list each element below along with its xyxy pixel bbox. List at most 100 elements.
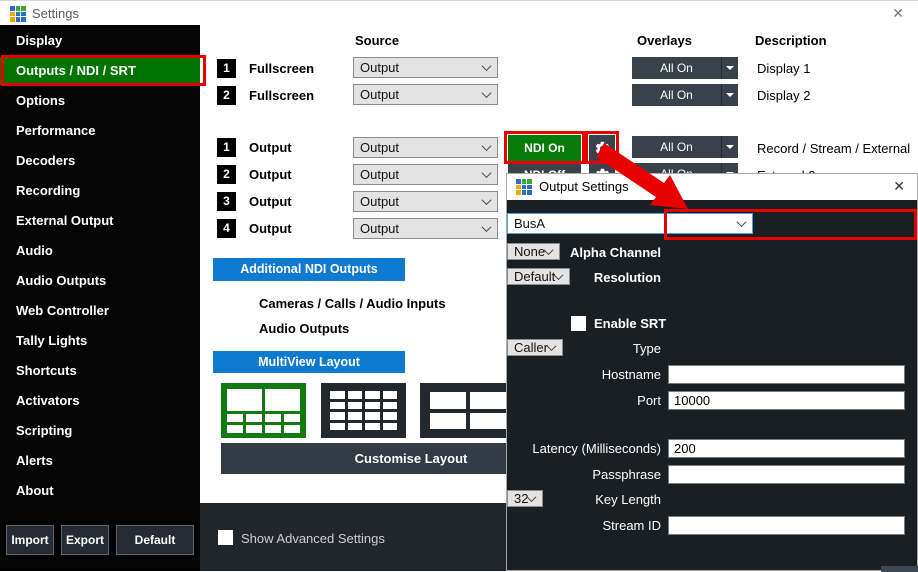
latency-input[interactable]: [668, 439, 905, 458]
source-select-value: Output: [360, 194, 399, 209]
row-number-badge: 3: [217, 192, 236, 211]
dialog-title: Output Settings: [539, 179, 629, 194]
sidebar-item-outputs-ndi-srt[interactable]: Outputs / NDI / SRT: [0, 57, 200, 85]
row-label: Output: [249, 194, 292, 209]
import-button[interactable]: Import: [6, 525, 54, 555]
dropdown-arrow-icon[interactable]: [721, 136, 738, 158]
default-button[interactable]: Default: [116, 525, 194, 555]
row-label: Fullscreen: [249, 61, 314, 76]
sidebar-item-alerts[interactable]: Alerts: [0, 447, 200, 475]
source-select-value: Output: [360, 221, 399, 236]
chevron-down-icon: [482, 61, 492, 71]
sidebar-item-decoders[interactable]: Decoders: [0, 147, 200, 175]
settings-sidebar: Display Outputs / NDI / SRT Options Perf…: [0, 25, 200, 571]
row-number-badge: 4: [217, 219, 236, 238]
enable-srt-checkbox[interactable]: [571, 316, 586, 331]
overlay-button-label: All On: [632, 136, 721, 158]
fullscreen-row-1: 1 Fullscreen Output All On Display 1: [200, 56, 918, 84]
chevron-down-icon: [554, 270, 564, 280]
multiview-layout-button[interactable]: MultiView Layout: [213, 351, 405, 373]
sidebar-item-tally-lights[interactable]: Tally Lights: [0, 327, 200, 355]
alpha-channel-select[interactable]: None: [507, 243, 560, 260]
vmix-logo-icon: [10, 6, 26, 22]
sidebar-item-audio-outputs[interactable]: Audio Outputs: [0, 267, 200, 295]
row-number-badge: 1: [217, 138, 236, 157]
row-label: Fullscreen: [249, 88, 314, 103]
vmix-logo-icon: [516, 179, 532, 195]
source-select[interactable]: Output: [353, 84, 498, 105]
close-icon[interactable]: ✕: [892, 5, 904, 22]
overlay-button-label: All On: [632, 84, 721, 106]
source-select-value: Output: [360, 60, 399, 75]
window-titlebar: Settings ✕: [0, 0, 918, 25]
hostname-input[interactable]: [668, 365, 905, 384]
row-description: Record / Stream / External: [757, 141, 910, 156]
sidebar-item-shortcuts[interactable]: Shortcuts: [0, 357, 200, 385]
dropdown-arrow-icon[interactable]: [721, 57, 738, 79]
srt-type-value: Caller: [514, 340, 548, 355]
passphrase-input[interactable]: [668, 465, 905, 484]
additional-ndi-outputs-button[interactable]: Additional NDI Outputs: [213, 258, 405, 281]
export-button[interactable]: Export: [61, 525, 109, 555]
row-number-badge: 2: [217, 165, 236, 184]
close-icon[interactable]: ✕: [893, 178, 905, 195]
sidebar-item-options[interactable]: Options: [0, 87, 200, 115]
multiview-layout-thumbnail-quad[interactable]: [420, 383, 516, 438]
sidebar-item-external-output[interactable]: External Output: [0, 207, 200, 235]
overlay-button[interactable]: All On: [632, 136, 738, 158]
gear-icon: [594, 140, 611, 157]
resolution-select[interactable]: Default: [507, 268, 570, 285]
source-select-value: Output: [360, 167, 399, 182]
latency-label: Latency (Milliseconds): [507, 441, 661, 456]
sidebar-item-recording[interactable]: Recording: [0, 177, 200, 205]
multiview-layout-thumbnail-selected[interactable]: [221, 383, 306, 438]
source-select[interactable]: Output: [353, 164, 498, 185]
sidebar-item-web-controller[interactable]: Web Controller: [0, 297, 200, 325]
overlay-button-label: All On: [632, 57, 721, 79]
row-number-badge: 1: [217, 59, 236, 78]
sidebar-item-display[interactable]: Display: [0, 27, 200, 55]
source-column-header: Source: [355, 33, 399, 48]
sidebar-item-audio[interactable]: Audio: [0, 237, 200, 265]
chevron-down-icon: [527, 492, 537, 502]
overlays-column-header: Overlays: [637, 33, 692, 48]
row-label: Output: [249, 140, 292, 155]
alpha-channel-value: None: [514, 244, 545, 259]
audio-channels-select[interactable]: BusA: [507, 213, 753, 234]
chevron-down-icon: [482, 168, 492, 178]
chevron-down-icon: [482, 222, 492, 232]
chevron-down-icon: [482, 88, 492, 98]
ok-button-partial[interactable]: [881, 566, 918, 572]
multiview-layout-thumbnail-grid[interactable]: [321, 383, 406, 438]
stream-id-input[interactable]: [668, 516, 905, 535]
key-length-value: 32: [514, 491, 528, 506]
source-select[interactable]: Output: [353, 218, 498, 239]
source-select[interactable]: Output: [353, 191, 498, 212]
srt-type-select[interactable]: Caller: [507, 339, 563, 356]
sidebar-item-activators[interactable]: Activators: [0, 387, 200, 415]
show-advanced-settings-checkbox[interactable]: [218, 530, 233, 545]
row-description: Display 1: [757, 61, 810, 76]
stream-id-label: Stream ID: [507, 518, 661, 533]
source-select-value: Output: [360, 87, 399, 102]
port-input[interactable]: [668, 391, 905, 410]
sidebar-item-performance[interactable]: Performance: [0, 117, 200, 145]
source-select-value: Output: [360, 140, 399, 155]
chevron-down-icon: [482, 195, 492, 205]
sidebar-item-scripting[interactable]: Scripting: [0, 417, 200, 445]
key-length-select[interactable]: 32: [507, 490, 543, 507]
source-select[interactable]: Output: [353, 137, 498, 158]
enable-srt-label: Enable SRT: [594, 316, 666, 331]
source-select[interactable]: Output: [353, 57, 498, 78]
chevron-down-icon: [482, 141, 492, 151]
row-description: Display 2: [757, 88, 810, 103]
ndi-on-button[interactable]: NDI On: [508, 135, 581, 161]
chevron-down-icon: [547, 341, 557, 351]
overlay-button[interactable]: All On: [632, 57, 738, 79]
overlay-button[interactable]: All On: [632, 84, 738, 106]
output-settings-gear-button[interactable]: [589, 135, 615, 161]
sidebar-item-about[interactable]: About: [0, 477, 200, 505]
row-label: Output: [249, 167, 292, 182]
cameras-calls-audio-inputs-label: Cameras / Calls / Audio Inputs: [259, 296, 446, 311]
dropdown-arrow-icon[interactable]: [721, 84, 738, 106]
